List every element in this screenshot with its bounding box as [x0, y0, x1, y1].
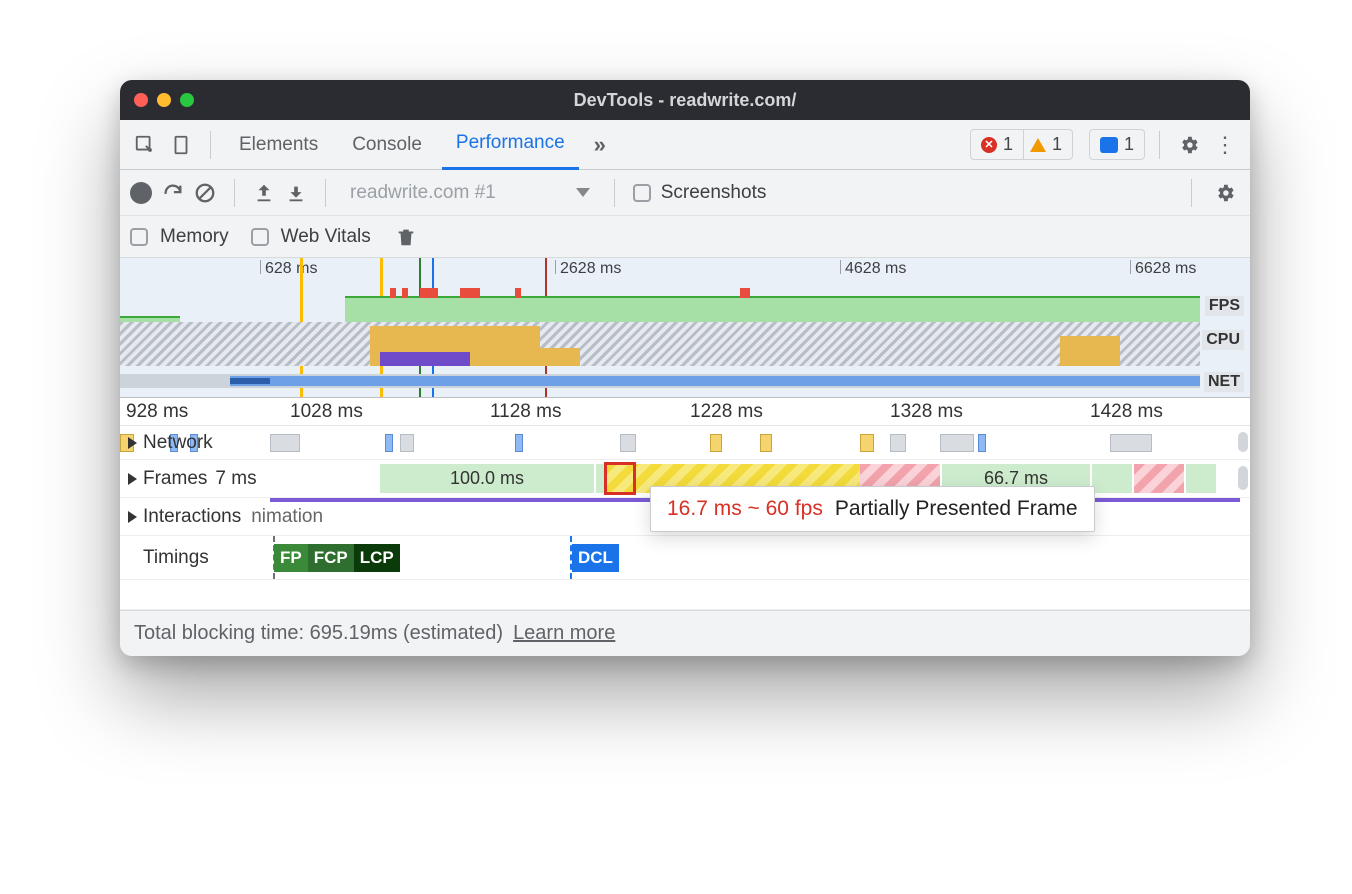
lane-frames-label: Frames	[143, 468, 207, 490]
webvitals-checkbox[interactable]	[251, 228, 269, 246]
tab-elements[interactable]: Elements	[225, 120, 332, 170]
selected-frame[interactable]	[604, 462, 636, 495]
expand-icon[interactable]	[128, 473, 137, 485]
divider	[234, 179, 235, 207]
download-icon[interactable]	[285, 182, 307, 204]
target-selector[interactable]: readwrite.com #1	[344, 182, 596, 204]
total-blocking-time: Total blocking time: 695.19ms (estimated…	[134, 622, 503, 645]
tooltip-frame-status: Partially Presented Frame	[835, 497, 1078, 521]
frame-block[interactable]	[1186, 464, 1216, 493]
timing-dcl[interactable]: DCL	[572, 544, 619, 572]
trash-icon[interactable]	[395, 226, 417, 248]
timing-fcp[interactable]: FCP	[308, 544, 354, 572]
warnings-count: 1	[1052, 134, 1062, 155]
tab-performance[interactable]: Performance	[442, 120, 579, 170]
fps-lane-label: FPS	[1205, 296, 1244, 316]
chevron-down-icon	[576, 188, 590, 197]
interactions-sub: nimation	[251, 506, 323, 528]
reload-icon[interactable]	[162, 182, 184, 204]
timeline-panel: 928 ms 1028 ms 1128 ms 1228 ms 1328 ms 1…	[120, 398, 1250, 610]
frames-left-ms: 7 ms	[215, 468, 256, 490]
lane-timings[interactable]: Timings FPFCPLCP DCL	[120, 536, 1250, 580]
expand-icon[interactable]	[128, 437, 137, 449]
ruler-tick: 1028 ms	[290, 401, 363, 423]
overview-fps-lane	[120, 288, 1200, 322]
memory-label: Memory	[160, 226, 229, 248]
divider	[210, 131, 211, 159]
overview-net-lane	[120, 370, 1200, 392]
spacer-lane	[120, 580, 1250, 610]
lane-network-label: Network	[143, 432, 213, 454]
scrollbar[interactable]	[1238, 466, 1248, 490]
messages-badge[interactable]: 1	[1089, 129, 1145, 160]
settings-icon[interactable]	[1174, 130, 1204, 160]
frame-block[interactable]	[1092, 464, 1132, 493]
titlebar: DevTools - readwrite.com/	[120, 80, 1250, 120]
upload-icon[interactable]	[253, 182, 275, 204]
devtools-tabbar: Elements Console Performance » ✕ 1 1 1 ⋮	[120, 120, 1250, 170]
overview-cpu-lane	[120, 322, 1200, 366]
messages-count: 1	[1124, 134, 1134, 155]
capture-settings-icon[interactable]	[1210, 178, 1240, 208]
message-icon	[1100, 137, 1118, 153]
ruler-tick: 1428 ms	[1090, 401, 1163, 423]
expand-icon[interactable]	[128, 511, 137, 523]
lane-interactions-label: Interactions	[143, 506, 241, 528]
errors-count: 1	[1003, 134, 1013, 155]
ruler-tick: 928 ms	[126, 401, 188, 423]
net-lane-label: NET	[1204, 372, 1244, 392]
divider	[614, 179, 615, 207]
divider	[325, 179, 326, 207]
webvitals-label: Web Vitals	[281, 226, 371, 248]
lane-network[interactable]: Network	[120, 426, 1250, 460]
divider	[1191, 179, 1192, 207]
ruler-tick: 1228 ms	[690, 401, 763, 423]
frame-block[interactable]: 100.0 ms	[380, 464, 594, 493]
frame-tooltip: 16.7 ms ~ 60 fps Partially Presented Fra…	[650, 486, 1095, 532]
more-tabs-icon[interactable]: »	[585, 130, 615, 160]
footer-summary: Total blocking time: 695.19ms (estimated…	[120, 610, 1250, 656]
timing-lcp[interactable]: LCP	[354, 544, 400, 572]
screenshots-label: Screenshots	[661, 182, 767, 204]
window-title: DevTools - readwrite.com/	[120, 90, 1250, 111]
warnings-badge[interactable]: 1	[1023, 130, 1072, 159]
overview-panel[interactable]: 628 ms 2628 ms 4628 ms 6628 ms FPS CPU	[120, 258, 1250, 398]
error-icon: ✕	[981, 137, 997, 153]
timeline-ruler[interactable]: 928 ms 1028 ms 1128 ms 1228 ms 1328 ms 1…	[120, 398, 1250, 426]
performance-toolbar-2: Memory Web Vitals	[120, 216, 1250, 258]
overview-tick: 6628 ms	[1130, 260, 1196, 274]
learn-more-link[interactable]: Learn more	[513, 622, 615, 645]
performance-toolbar: readwrite.com #1 Screenshots	[120, 170, 1250, 216]
screenshots-checkbox[interactable]	[633, 184, 651, 202]
devtools-window: DevTools - readwrite.com/ Elements Conso…	[120, 80, 1250, 656]
overview-tick: 2628 ms	[555, 260, 621, 274]
timing-fp[interactable]: FP	[274, 544, 308, 572]
frame-block[interactable]	[1134, 464, 1184, 493]
issues-badges[interactable]: ✕ 1 1	[970, 129, 1073, 160]
record-button[interactable]	[130, 182, 152, 204]
tooltip-frame-rate: 16.7 ms ~ 60 fps	[667, 497, 823, 521]
target-label: readwrite.com #1	[350, 182, 496, 204]
ruler-tick: 1128 ms	[490, 401, 561, 423]
frame-block[interactable]	[596, 464, 604, 493]
lane-timings-label: Timings	[143, 547, 209, 569]
overview-tick: 628 ms	[260, 260, 317, 274]
cpu-lane-label: CPU	[1202, 330, 1244, 350]
divider	[1159, 131, 1160, 159]
inspect-icon[interactable]	[130, 130, 160, 160]
overview-tick: 4628 ms	[840, 260, 906, 274]
warning-icon	[1030, 138, 1046, 152]
clear-icon[interactable]	[194, 182, 216, 204]
kebab-menu-icon[interactable]: ⋮	[1210, 130, 1240, 160]
ruler-tick: 1328 ms	[890, 401, 963, 423]
frame-duration: 100.0 ms	[450, 468, 524, 489]
device-toggle-icon[interactable]	[166, 130, 196, 160]
errors-badge[interactable]: ✕ 1	[971, 130, 1023, 159]
tab-console[interactable]: Console	[338, 120, 436, 170]
memory-checkbox[interactable]	[130, 228, 148, 246]
scrollbar[interactable]	[1238, 432, 1248, 452]
